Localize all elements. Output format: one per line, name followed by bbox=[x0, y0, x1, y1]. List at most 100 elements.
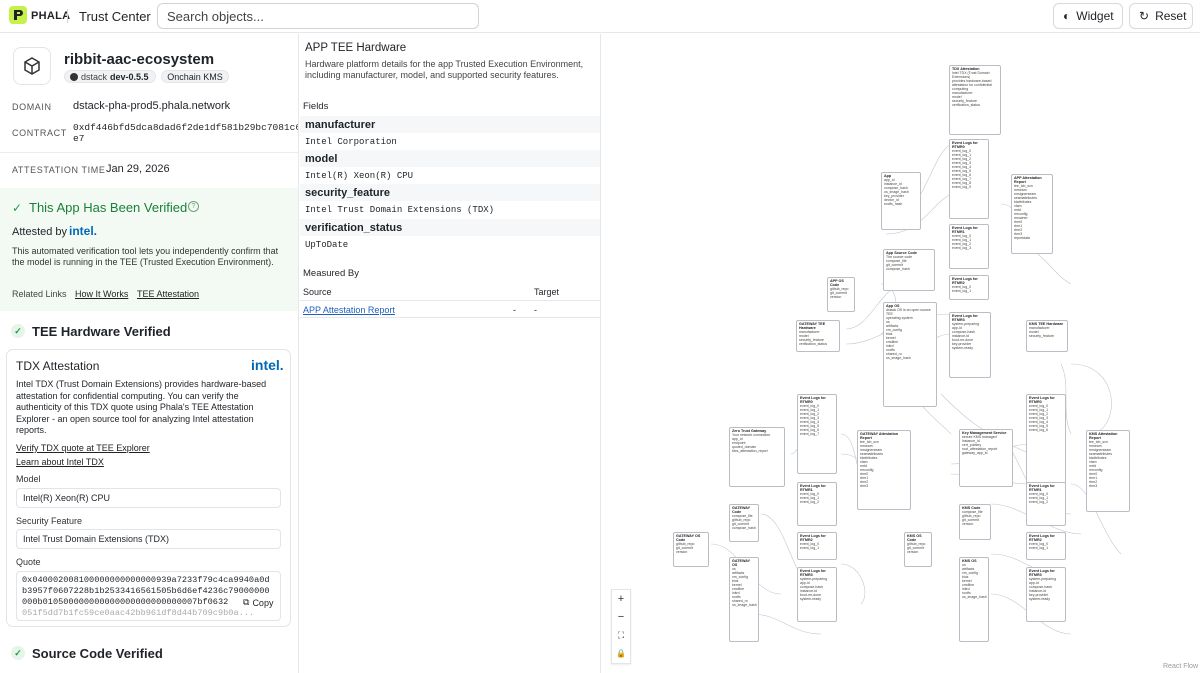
graph-node[interactable]: GATEWAY TEE Hardware manufacturer model sec… bbox=[796, 320, 840, 352]
graph-node[interactable]: APP OS Code github_repo git_commit version bbox=[827, 277, 855, 312]
graph-node[interactable]: Event Logs for RTMR0 event_log_0 event_log… bbox=[1026, 394, 1066, 484]
graph-node[interactable]: GATEWAY Code compose_file github_repo git_c… bbox=[729, 504, 759, 542]
security-feature-label: Security Feature bbox=[16, 516, 83, 526]
graph-node[interactable]: APP Attestation Report tee_tcb_svn mrseam m… bbox=[1011, 174, 1053, 254]
detail-description-line1: Hardware platform details for the app Tr… bbox=[305, 59, 584, 69]
source-code-section-header[interactable]: ✓ Source Code Verified bbox=[0, 638, 298, 668]
help-icon[interactable]: ? bbox=[188, 201, 199, 212]
domain-value: dstack-pha-prod5.phala.network bbox=[73, 100, 231, 112]
field-key: security_feature bbox=[305, 187, 390, 199]
source-code-heading: Source Code Verified bbox=[32, 645, 163, 661]
graph-node[interactable]: Event Logs for RTMR1 event_log_0 event_log… bbox=[949, 224, 989, 269]
graph-node[interactable]: Event Logs for RTMR2 event_log_0 event_log… bbox=[949, 275, 989, 300]
graph-node[interactable]: GATEWAY OS Code github_repo git_commit vers… bbox=[673, 532, 709, 567]
graph-node[interactable]: Event Logs for RTMR1 event_log_0 event_log… bbox=[797, 482, 837, 526]
col-source: Source bbox=[303, 287, 332, 297]
graph-node[interactable]: KMS OS os artifacts vm_config bios kernel cmdl… bbox=[959, 557, 989, 642]
brand-name: PHALA bbox=[31, 10, 71, 22]
graph-node[interactable]: Event Logs for RTMR1 event_log_0 event_log… bbox=[1026, 482, 1066, 526]
detail-description-line2: including manufacturer, model, and suppo… bbox=[305, 70, 559, 80]
version-label: dev-0.5.5 bbox=[110, 71, 149, 82]
graph-node[interactable]: Event Logs for RTMR2 event_log_0 event_log… bbox=[1026, 532, 1066, 560]
reset-button-label: Reset bbox=[1155, 9, 1187, 23]
contract-label: CONTRACT bbox=[12, 128, 67, 138]
node-detail-panel: APP TEE Hardware Hardware platform detai… bbox=[300, 34, 601, 673]
app-cube-icon bbox=[13, 47, 51, 85]
graph-node[interactable]: GATEWAY OS os artifacts vm_config bios kernel… bbox=[729, 557, 759, 642]
attested-by-label: Attested by bbox=[12, 226, 68, 238]
check-circle-icon: ✓ bbox=[11, 646, 25, 660]
top-bar: PHALA Trust Center ◐ Widget ↻ Reset bbox=[0, 0, 1200, 33]
field-key: manufacturer bbox=[305, 119, 376, 131]
widget-button[interactable]: ◐ Widget bbox=[1053, 3, 1123, 29]
intel-logo: intel. bbox=[251, 357, 284, 373]
contract-value-line1: 0xdf446bfd5dca8dad6f2de1df581b29bc7081c6 bbox=[73, 122, 299, 133]
graph-node[interactable]: Event Logs for RTMR3 system-preparing app-… bbox=[949, 312, 991, 378]
copy-button[interactable]: ⧉ Copy bbox=[241, 596, 276, 609]
graph-node[interactable]: GATEWAY Attestation Report tee_tcb_svn mrs… bbox=[857, 430, 911, 510]
quote-label: Quote bbox=[16, 557, 41, 567]
graph-node[interactable]: App OS dstack OS is an open source TEE ope… bbox=[883, 302, 937, 407]
how-it-works-link[interactable]: How It Works bbox=[75, 289, 128, 299]
tee-attestation-link[interactable]: TEE Attestation bbox=[137, 289, 199, 299]
graph-node[interactable]: Key Management Service secure KMS managed… bbox=[959, 429, 1013, 487]
tee-hardware-heading: TEE Hardware Verified bbox=[32, 323, 171, 339]
copy-label: Copy bbox=[252, 597, 274, 608]
graph-node[interactable]: Event Logs for RTMR0 event_log_0 event_log… bbox=[797, 394, 837, 474]
quote-line: b3957f0607228b1b2533416561505b6d6ef4236c… bbox=[22, 586, 270, 596]
react-flow-attribution[interactable]: React Flow bbox=[1163, 663, 1198, 670]
graph-node[interactable]: KMS OS Code github_repo git_commit version bbox=[904, 532, 932, 567]
graph-node[interactable]: Event Logs for RTMR2 event_log_0 event_log… bbox=[797, 532, 837, 560]
field-row-stripe bbox=[300, 150, 600, 167]
quote-box[interactable]: 0x040002008100000000000000939a7233f79c4c… bbox=[16, 571, 281, 621]
graph-node[interactable]: KMS TEE Hardware manufacturer model securit… bbox=[1026, 320, 1068, 352]
widget-button-label: Widget bbox=[1076, 9, 1114, 23]
field-key: model bbox=[305, 153, 338, 165]
measured-source-link[interactable]: APP Attestation Report bbox=[303, 305, 395, 315]
graph-node[interactable]: Event Logs for RTMR3 system-preparing app-… bbox=[1026, 567, 1066, 622]
verified-section: ✓ This App Has Been Verified ? Attested … bbox=[0, 188, 298, 311]
app-summary-panel: ribbit-aac-ecosystem dstack dev-0.5.5 On… bbox=[0, 34, 299, 673]
field-value: Intel Trust Domain Extensions (TDX) bbox=[305, 205, 495, 215]
zoom-out-button[interactable]: − bbox=[612, 608, 630, 626]
graph-node[interactable]: Event Logs for RTMR3 system-preparing app-… bbox=[797, 567, 837, 622]
zoom-in-button[interactable]: + bbox=[612, 590, 630, 608]
search-input[interactable] bbox=[157, 3, 479, 29]
palette-icon: ◐ bbox=[1063, 9, 1071, 23]
copy-icon: ⧉ bbox=[243, 597, 250, 607]
learn-intel-tdx-link[interactable]: Learn about Intel TDX bbox=[16, 457, 104, 467]
quote-line: 000b010500000000000000000000000007bf0632 bbox=[22, 597, 229, 607]
flow-graph-canvas[interactable]: TDX Attestation Intel TDX (Trust Domain E… bbox=[601, 34, 1200, 673]
attestation-time-value: Jan 29, 2026 bbox=[106, 163, 170, 175]
graph-node[interactable]: Event Logs for RTMR0 event_log_0 event_log… bbox=[949, 139, 989, 219]
model-field: Intel(R) Xeon(R) CPU bbox=[16, 488, 281, 508]
field-value: UpToDate bbox=[305, 240, 349, 250]
attestation-time-label: ATTESTATION TIME bbox=[12, 165, 106, 175]
graph-node[interactable]: KMS Attestation Report tee_tcb_svn mrseam m… bbox=[1086, 430, 1130, 512]
verified-description: This automated verification tool lets yo… bbox=[12, 246, 279, 267]
phala-logo[interactable] bbox=[9, 6, 27, 24]
dstack-label: dstack bbox=[81, 71, 108, 82]
tee-hardware-section-header[interactable]: ✓ TEE Hardware Verified bbox=[0, 316, 298, 346]
check-icon: ✓ bbox=[12, 201, 23, 215]
graph-node[interactable]: TDX Attestation Intel TDX (Trust Domain E… bbox=[949, 65, 1001, 135]
col-target: Target bbox=[534, 287, 560, 297]
graph-node[interactable]: Zero Trust Gateway Your network connectio… bbox=[729, 427, 785, 487]
graph-node[interactable]: KMS Code compose_file github_repo git_commi… bbox=[959, 504, 991, 540]
quote-line: 0x040002008100000000000000939a7233f79c4c… bbox=[22, 575, 270, 585]
measured-table-header: Source Target bbox=[300, 284, 600, 301]
page-section-title[interactable]: Trust Center bbox=[79, 9, 151, 24]
domain-label: DOMAIN bbox=[12, 102, 52, 112]
graph-node[interactable]: App app_id instance_id compose_hash os_image… bbox=[881, 172, 921, 230]
divider bbox=[67, 9, 68, 23]
related-links-label: Related Links bbox=[12, 289, 67, 299]
lock-button[interactable]: 🔒 bbox=[612, 644, 630, 662]
reset-icon: ↻ bbox=[1139, 9, 1150, 23]
reset-button[interactable]: ↻ Reset bbox=[1129, 3, 1193, 29]
verify-tdx-link[interactable]: Verify TDX quote at TEE Explorer bbox=[16, 443, 150, 453]
dstack-icon bbox=[70, 72, 78, 81]
detail-title: APP TEE Hardware bbox=[305, 42, 407, 54]
intel-logo: intel. bbox=[69, 224, 98, 238]
fit-view-button[interactable]: ⛶ bbox=[612, 626, 630, 644]
graph-node[interactable]: App Source Code The source code compose_fi… bbox=[883, 249, 935, 291]
